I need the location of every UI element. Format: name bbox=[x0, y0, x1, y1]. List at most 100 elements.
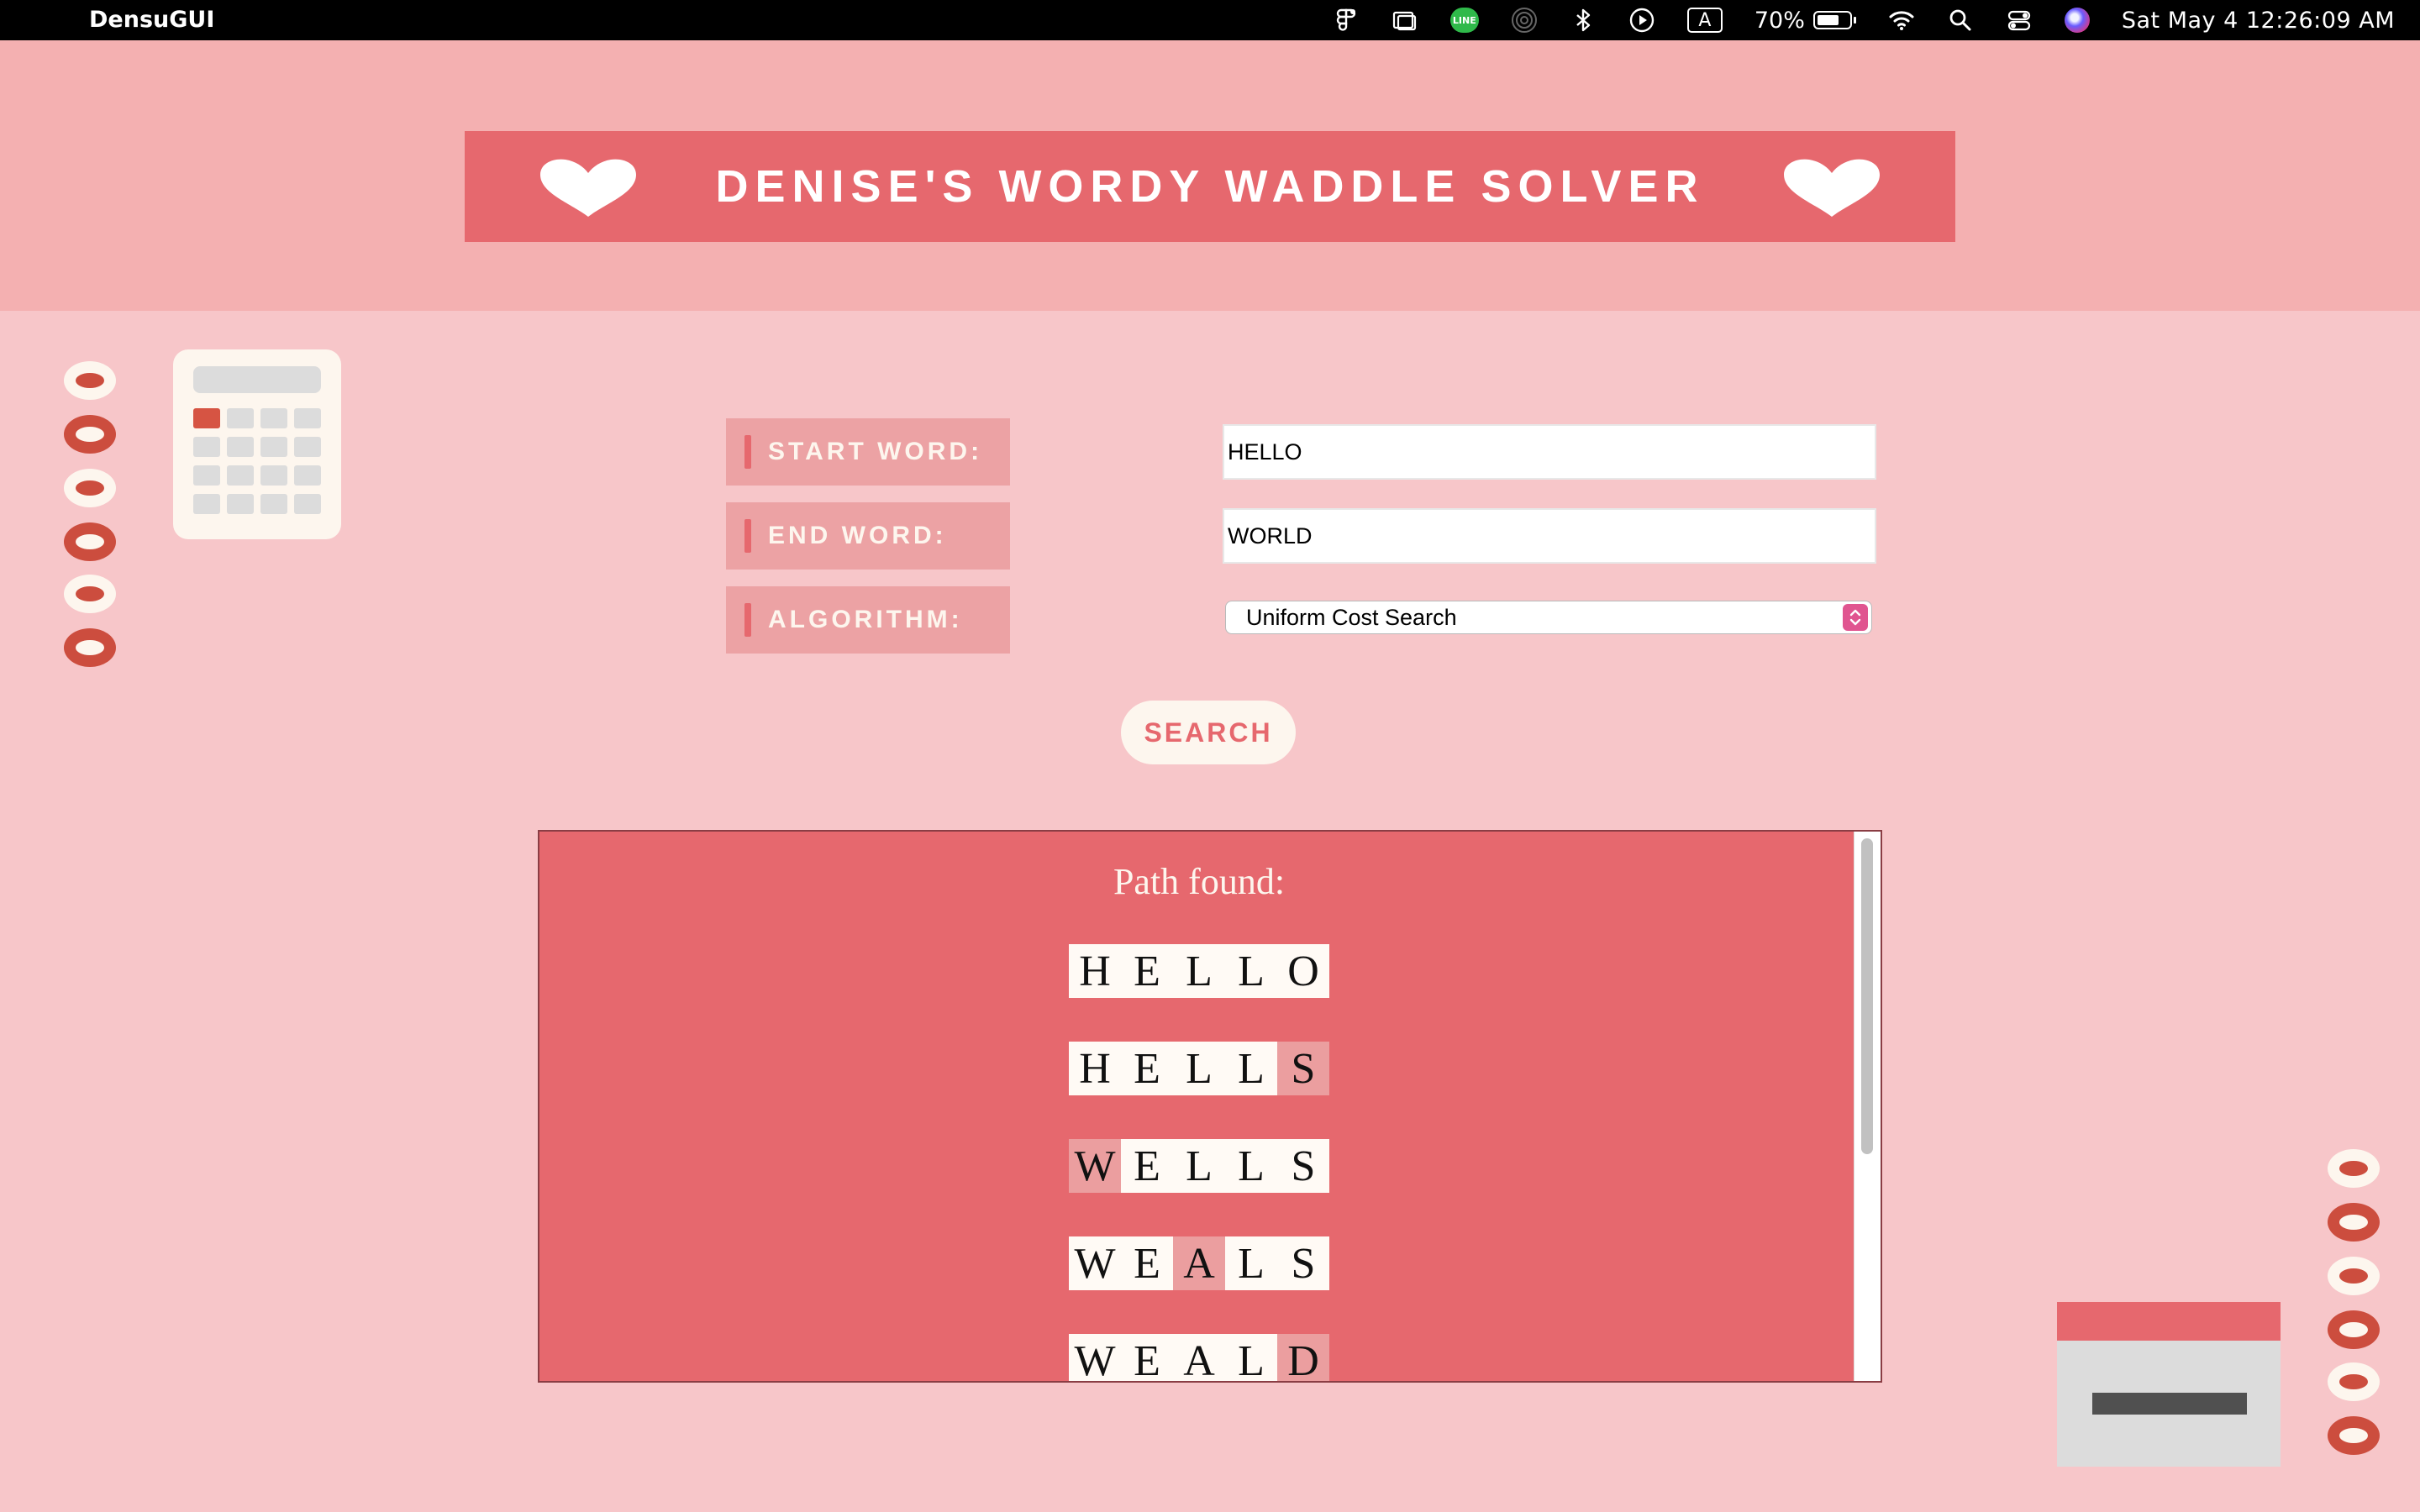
menu-bar: DensuGUI LINE A 70% Sat May 4 12:26:09 A… bbox=[0, 0, 2420, 40]
start-word-input[interactable] bbox=[1223, 424, 1876, 480]
letter-tile: L bbox=[1173, 944, 1225, 998]
battery-fill bbox=[1817, 15, 1839, 25]
battery-icon[interactable]: 70% bbox=[1754, 8, 1856, 34]
calculator-icon bbox=[173, 349, 341, 539]
label-accent-bar bbox=[744, 603, 751, 637]
letter-tile: L bbox=[1225, 1139, 1277, 1193]
label-accent-bar bbox=[744, 435, 751, 469]
decor-ring bbox=[64, 415, 116, 454]
calculator-key bbox=[193, 465, 220, 486]
wifi-icon[interactable] bbox=[1888, 7, 1915, 34]
letter-tile: E bbox=[1121, 944, 1173, 998]
calculator-key bbox=[227, 437, 254, 457]
path-word: HELLO bbox=[539, 944, 1859, 998]
letter-tile: W bbox=[1069, 1334, 1121, 1381]
decor-ring bbox=[2328, 1149, 2380, 1188]
end-word-input[interactable] bbox=[1223, 508, 1876, 564]
window-icon[interactable] bbox=[1392, 7, 1418, 34]
status-area: LINE A 70% Sat May 4 12:26:09 AM bbox=[1333, 0, 2395, 40]
letter-tile: H bbox=[1069, 1042, 1121, 1095]
letter-tile: H bbox=[1069, 944, 1121, 998]
letter-tile: E bbox=[1121, 1042, 1173, 1095]
heart-icon bbox=[1784, 159, 1880, 217]
bluetooth-icon[interactable] bbox=[1570, 7, 1597, 34]
label-accent-bar bbox=[744, 519, 751, 553]
decor-ring bbox=[2328, 1203, 2380, 1242]
letter-tile: A bbox=[1173, 1334, 1225, 1381]
calculator-key bbox=[260, 465, 287, 486]
calculator-key bbox=[227, 465, 254, 486]
battery-cell bbox=[1812, 11, 1852, 29]
app-name[interactable]: DensuGUI bbox=[89, 0, 214, 40]
decor-ring bbox=[64, 469, 116, 507]
decor-ring bbox=[64, 628, 116, 667]
calculator-key bbox=[260, 494, 287, 514]
calculator-key bbox=[227, 494, 254, 514]
results-panel[interactable]: Path found: HELLOHELLSWELLSWEALSWEALD bbox=[538, 830, 1882, 1383]
battery-percent: 70% bbox=[1754, 7, 1805, 34]
letter-tile: L bbox=[1173, 1042, 1225, 1095]
path-word: HELLS bbox=[539, 1042, 1859, 1095]
play-icon[interactable] bbox=[1628, 7, 1655, 34]
start-word-label: START WORD: bbox=[768, 438, 983, 465]
chevron-updown-icon[interactable] bbox=[1843, 604, 1868, 631]
figma-icon[interactable] bbox=[1333, 7, 1360, 34]
input-source-icon[interactable]: A bbox=[1686, 8, 1723, 33]
letter-tile: L bbox=[1225, 944, 1277, 998]
line-icon[interactable]: LINE bbox=[1449, 8, 1479, 33]
decor-box-slot bbox=[2092, 1393, 2247, 1415]
path-word: WEALS bbox=[539, 1236, 1859, 1290]
calculator-key bbox=[294, 465, 321, 486]
decor-ring bbox=[2328, 1362, 2380, 1401]
start-word-label-box: START WORD: bbox=[726, 418, 1010, 486]
airdrop-icon[interactable] bbox=[1511, 7, 1538, 34]
control-center-icon[interactable] bbox=[2006, 7, 2033, 34]
letter-tile: A bbox=[1173, 1236, 1225, 1290]
decor-box bbox=[2057, 1302, 2281, 1467]
menu-clock[interactable]: Sat May 4 12:26:09 AM bbox=[2122, 8, 2395, 34]
title-banner: DENISE'S WORDY WADDLE SOLVER bbox=[465, 131, 1955, 242]
calculator-key bbox=[227, 408, 254, 428]
siri-icon[interactable] bbox=[2064, 8, 2090, 33]
page-title: DENISE'S WORDY WADDLE SOLVER bbox=[715, 161, 1705, 212]
calculator-key bbox=[294, 437, 321, 457]
algorithm-selected-value: Uniform Cost Search bbox=[1246, 605, 1457, 630]
letter-tile: E bbox=[1121, 1334, 1173, 1381]
algorithm-select[interactable]: Uniform Cost Search bbox=[1225, 601, 1872, 634]
calculator-key bbox=[260, 408, 287, 428]
calculator-screen bbox=[193, 366, 321, 393]
search-button[interactable]: SEARCH bbox=[1121, 701, 1296, 764]
letter-tile: O bbox=[1277, 944, 1329, 998]
decor-ring bbox=[64, 575, 116, 613]
calculator-key bbox=[294, 408, 321, 428]
calculator-key bbox=[294, 494, 321, 514]
letter-tile: D bbox=[1277, 1334, 1329, 1381]
search-icon[interactable] bbox=[1947, 7, 1974, 34]
letter-tile: W bbox=[1069, 1236, 1121, 1290]
path-word: WELLS bbox=[539, 1139, 1859, 1193]
letter-tile: E bbox=[1121, 1236, 1173, 1290]
calculator-key bbox=[193, 494, 220, 514]
letter-tile: L bbox=[1173, 1139, 1225, 1193]
algorithm-label: ALGORITHM: bbox=[768, 606, 963, 633]
algorithm-label-box: ALGORITHM: bbox=[726, 586, 1010, 654]
decor-ring bbox=[2328, 1257, 2380, 1295]
calculator-key bbox=[193, 408, 220, 428]
scrollbar-thumb[interactable] bbox=[1861, 838, 1873, 1154]
calculator-key bbox=[260, 437, 287, 457]
letter-tile: S bbox=[1277, 1042, 1329, 1095]
decor-ring bbox=[2328, 1416, 2380, 1455]
letter-tile: L bbox=[1225, 1042, 1277, 1095]
decor-ring bbox=[2328, 1310, 2380, 1349]
results-scrollbar[interactable] bbox=[1854, 832, 1881, 1381]
calculator-key bbox=[193, 437, 220, 457]
letter-tile: L bbox=[1225, 1334, 1277, 1381]
decor-ring bbox=[64, 522, 116, 561]
decor-box-lid bbox=[2057, 1302, 2281, 1341]
battery-nub bbox=[1853, 17, 1856, 24]
end-word-label: END WORD: bbox=[768, 522, 947, 549]
letter-tile: S bbox=[1277, 1236, 1329, 1290]
letter-tile: S bbox=[1277, 1139, 1329, 1193]
decor-ring bbox=[64, 361, 116, 400]
results-title: Path found: bbox=[1113, 861, 1286, 902]
